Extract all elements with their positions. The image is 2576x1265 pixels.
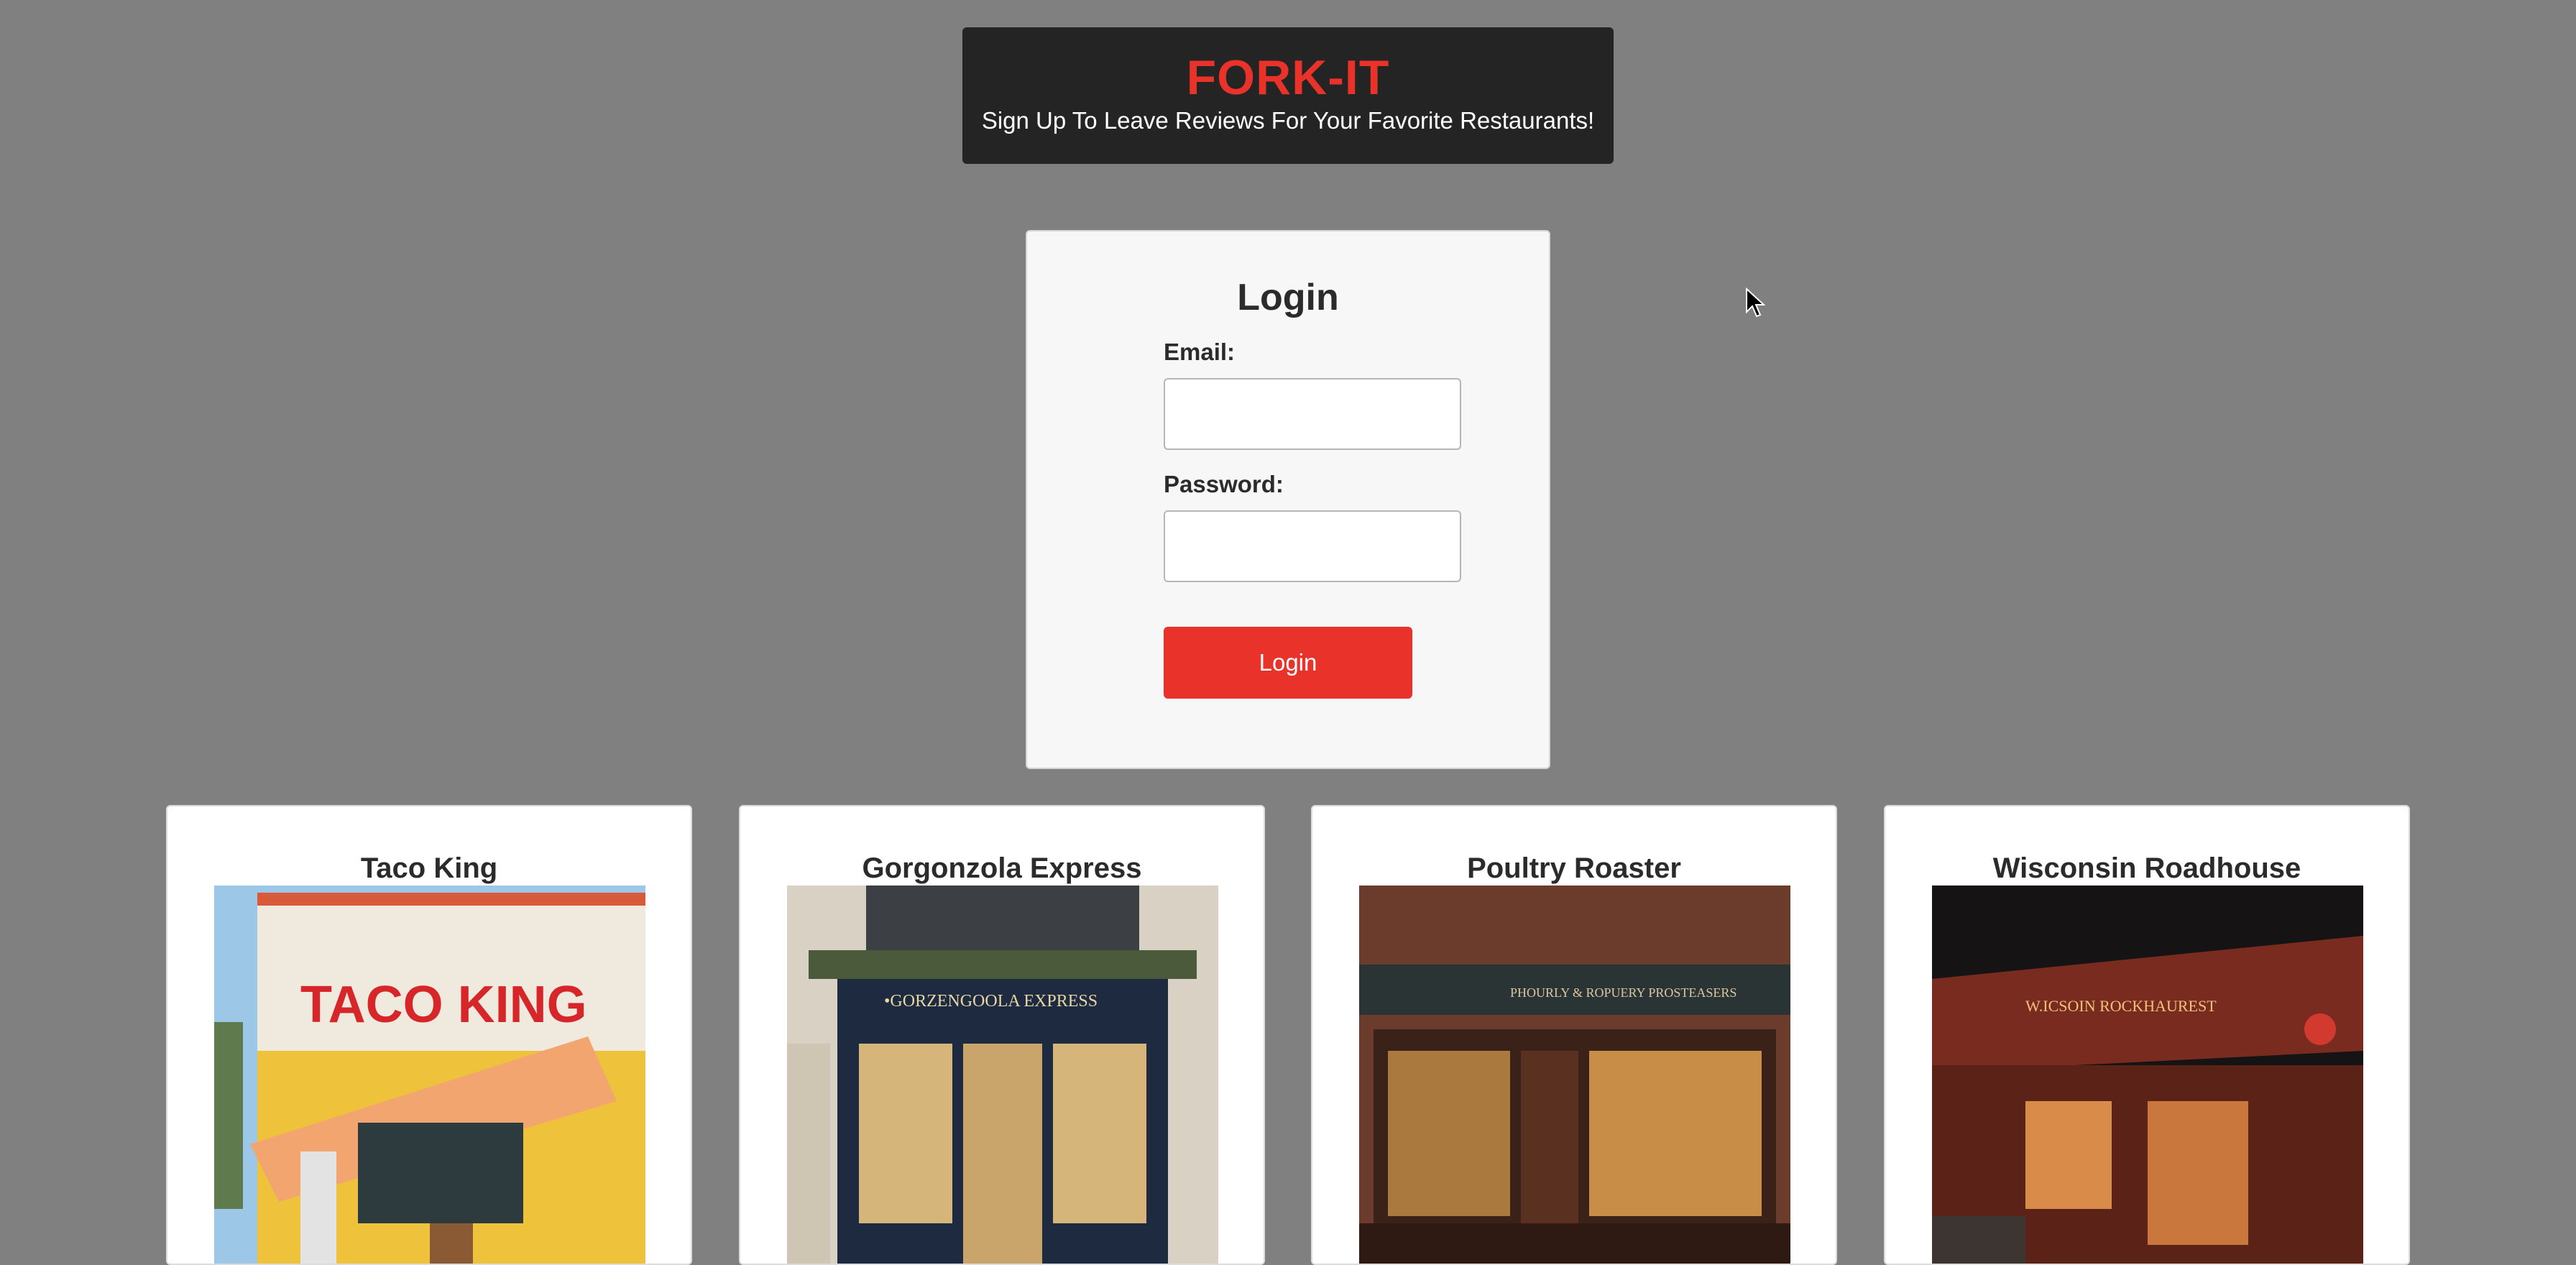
restaurant-name: Poultry Roaster	[1467, 852, 1681, 884]
gorgonzola-express-storefront-image[interactable]: •GORZENGOOLA EXPRESS	[787, 886, 1218, 1264]
restaurant-card[interactable]: Gorgonzola Express •GORZENGOOLA EXPRESS	[739, 805, 1265, 1265]
mouse-pointer-icon	[1746, 288, 1765, 318]
site-header: FORK-IT Sign Up To Leave Reviews For You…	[962, 27, 1614, 164]
email-field[interactable]	[1164, 378, 1461, 450]
password-field[interactable]	[1164, 510, 1461, 582]
login-button[interactable]: Login	[1164, 627, 1412, 699]
restaurant-card[interactable]: Poultry Roaster PHOURLY & ROPUERY PROSTE…	[1311, 805, 1837, 1265]
poultry-sign-text: PHOURLY & ROPUERY PROSTEASERS	[1510, 985, 1736, 1000]
restaurant-card[interactable]: Wisconsin Roadhouse W.ICSOIN ROCKHAUREST	[1884, 805, 2410, 1265]
restaurant-name: Taco King	[360, 852, 498, 884]
login-title: Login	[1237, 277, 1339, 318]
restaurant-name: Wisconsin Roadhouse	[1992, 852, 2301, 884]
email-label: Email:	[1164, 339, 1236, 365]
login-form: Login Email: Password: Login	[1026, 230, 1550, 769]
taco-king-sign-text: TACO KING	[300, 976, 587, 1034]
header-tagline: Sign Up To Leave Reviews For Your Favori…	[981, 107, 1595, 134]
gorgonzola-sign-text: •GORZENGOOLA EXPRESS	[884, 992, 1098, 1011]
restaurant-card[interactable]: Taco King TACO KING	[166, 805, 692, 1265]
brand-logo-text[interactable]: FORK-IT	[962, 49, 1614, 106]
taco-king-storefront-image[interactable]: TACO KING	[214, 886, 645, 1264]
wisconsin-sign-text: W.ICSOIN ROCKHAUREST	[2025, 997, 2217, 1015]
password-label: Password:	[1164, 471, 1284, 497]
wisconsin-roadhouse-storefront-image[interactable]: W.ICSOIN ROCKHAUREST	[1932, 886, 2363, 1264]
poultry-roaster-storefront-image[interactable]: PHOURLY & ROPUERY PROSTEASERS	[1359, 886, 1790, 1264]
restaurant-name: Gorgonzola Express	[862, 852, 1142, 884]
